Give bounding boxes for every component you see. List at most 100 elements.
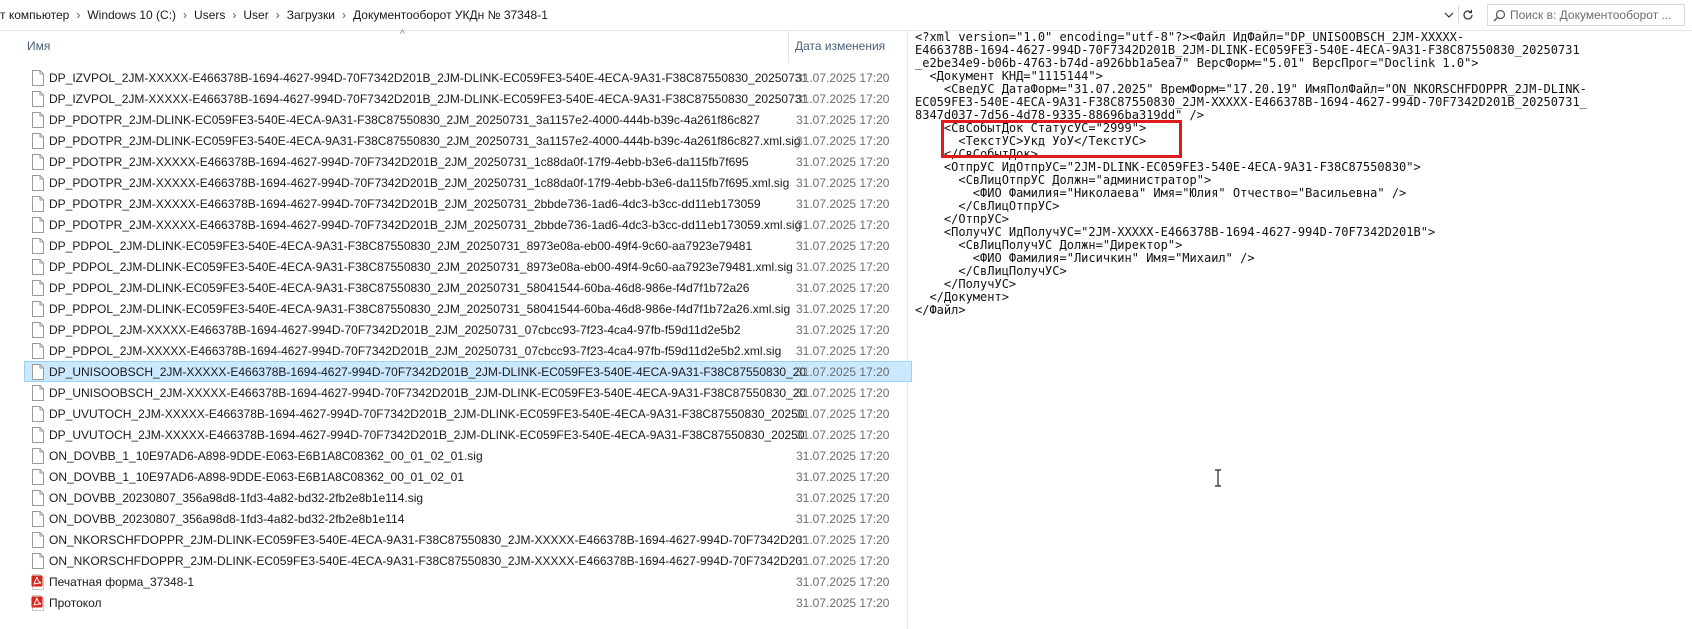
file-icon [32, 427, 44, 443]
breadcrumb-item-user[interactable]: User [240, 8, 271, 22]
file-name: ON_DOVBB_1_10E97AD6-A898-9DDE-E063-E6B1A… [49, 470, 464, 484]
xml-line: </СвЛицОтпрУС> [915, 199, 1060, 213]
address-bar: т компьютер › Windows 10 (C:) › Users › … [0, 0, 1692, 31]
file-icon [32, 364, 44, 380]
file-date: 31.07.2025 17:20 [796, 92, 890, 106]
text-cursor-icon [1215, 469, 1221, 487]
file-icon [32, 91, 44, 107]
file-date: 31.07.2025 17:20 [796, 113, 890, 127]
file-row[interactable]: DP_PDPOL_2JM-XXXXX-E466378B-1694-4627-99… [24, 340, 912, 361]
file-icon [32, 133, 44, 149]
chevron-right-icon[interactable]: › [338, 8, 350, 22]
xml-line: </Документ> [915, 290, 1009, 304]
file-row[interactable]: DP_IZVPOL_2JM-XXXXX-E466378B-1694-4627-9… [24, 67, 912, 88]
file-icon [32, 175, 44, 191]
file-date: 31.07.2025 17:20 [796, 491, 890, 505]
file-row[interactable]: DP_PDPOL_2JM-DLINK-EC059FE3-540E-4ECA-9A… [24, 256, 912, 277]
file-name: DP_PDPOL_2JM-DLINK-EC059FE3-540E-4ECA-9A… [49, 260, 793, 274]
file-icon [32, 343, 44, 359]
chevron-right-icon[interactable]: › [72, 8, 84, 22]
file-row[interactable]: DP_PDOTPR_2JM-DLINK-EC059FE3-540E-4ECA-9… [24, 109, 912, 130]
file-name: DP_UVUTOCH_2JM-XXXXX-E466378B-1694-4627-… [49, 407, 805, 421]
file-icon [32, 469, 44, 485]
file-name: Печатная форма_37348-1 [49, 575, 195, 589]
file-row[interactable]: DP_UVUTOCH_2JM-XXXXX-E466378B-1694-4627-… [24, 424, 912, 445]
file-icon [32, 532, 44, 548]
file-name: ON_DOVBB_1_10E97AD6-A898-9DDE-E063-E6B1A… [49, 449, 483, 463]
breadcrumb-item-users[interactable]: Users [191, 8, 228, 22]
xml-line: </ПолучУС> [915, 277, 1017, 291]
column-header-name[interactable]: Имя [27, 39, 50, 53]
file-name: ON_DOVBB_20230807_356a98d8-1fd3-4a82-bd3… [49, 491, 424, 505]
breadcrumb-item-computer[interactable]: т компьютер [0, 8, 72, 22]
file-name: DP_PDOTPR_2JM-DLINK-EC059FE3-540E-4ECA-9… [49, 113, 760, 127]
file-row[interactable]: ON_NKORSCHFDOPPR_2JM-DLINK-EC059FE3-540E… [24, 529, 912, 550]
file-row[interactable]: ON_DOVBB_20230807_356a98d8-1fd3-4a82-bd3… [24, 487, 912, 508]
file-row[interactable]: ON_DOVBB_20230807_356a98d8-1fd3-4a82-bd3… [24, 508, 912, 529]
file-date: 31.07.2025 17:20 [796, 302, 890, 316]
file-date: 31.07.2025 17:20 [796, 512, 890, 526]
file-date: 31.07.2025 17:20 [796, 449, 890, 463]
search-box[interactable] [1487, 4, 1685, 26]
file-name: ON_NKORSCHFDOPPR_2JM-DLINK-EC059FE3-540E… [49, 554, 805, 568]
file-row[interactable]: DP_PDOTPR_2JM-DLINK-EC059FE3-540E-4ECA-9… [24, 130, 912, 151]
column-header-date[interactable]: Дата изменения [795, 39, 885, 53]
file-date: 31.07.2025 17:20 [796, 533, 890, 547]
file-date: 31.07.2025 17:20 [796, 155, 890, 169]
file-row[interactable]: DP_PDPOL_2JM-DLINK-EC059FE3-540E-4ECA-9A… [24, 235, 912, 256]
file-row[interactable]: DP_PDPOL_2JM-XXXXX-E466378B-1694-4627-99… [24, 319, 912, 340]
file-row[interactable]: DP_PDPOL_2JM-DLINK-EC059FE3-540E-4ECA-9A… [24, 277, 912, 298]
file-date: 31.07.2025 17:20 [796, 218, 890, 232]
file-name: DP_UNISOOBSCH_2JM-XXXXX-E466378B-1694-46… [49, 365, 805, 379]
column-header-row: ^ Имя Дата изменения [0, 29, 908, 63]
file-row[interactable]: ON_DOVBB_1_10E97AD6-A898-9DDE-E063-E6B1A… [24, 445, 912, 466]
file-name: ON_NKORSCHFDOPPR_2JM-DLINK-EC059FE3-540E… [49, 533, 805, 547]
file-name: DP_PDOTPR_2JM-XXXXX-E466378B-1694-4627-9… [49, 197, 761, 211]
file-row[interactable]: DP_PDOTPR_2JM-XXXXX-E466378B-1694-4627-9… [24, 214, 912, 235]
chevron-right-icon[interactable]: › [228, 8, 240, 22]
file-row[interactable]: Протокол 31.07.2025 17:20 [24, 592, 912, 613]
breadcrumb-item-current-folder[interactable]: Документооборот УКДн № 37348-1 [350, 8, 551, 22]
file-date: 31.07.2025 17:20 [796, 470, 890, 484]
file-row[interactable]: DP_UNISOOBSCH_2JM-XXXXX-E466378B-1694-46… [24, 361, 912, 382]
column-divider[interactable] [788, 31, 789, 63]
file-date: 31.07.2025 17:20 [796, 344, 890, 358]
chevron-right-icon[interactable]: › [179, 8, 191, 22]
refresh-icon[interactable] [1458, 6, 1477, 24]
file-icon [32, 196, 44, 212]
file-row[interactable]: DP_PDOTPR_2JM-XXXXX-E466378B-1694-4627-9… [24, 193, 912, 214]
file-date: 31.07.2025 17:20 [796, 281, 890, 295]
file-name: DP_PDOTPR_2JM-DLINK-EC059FE3-540E-4ECA-9… [49, 134, 801, 148]
file-name: DP_UVUTOCH_2JM-XXXXX-E466378B-1694-4627-… [49, 428, 805, 442]
file-date: 31.07.2025 17:20 [796, 386, 890, 400]
file-date: 31.07.2025 17:20 [796, 407, 890, 421]
file-row[interactable]: DP_UNISOOBSCH_2JM-XXXXX-E466378B-1694-46… [24, 382, 912, 403]
breadcrumb-item-downloads[interactable]: Загрузки [284, 8, 338, 22]
file-icon [32, 112, 44, 128]
breadcrumb-item-drive[interactable]: Windows 10 (C:) [84, 8, 179, 22]
pane-divider[interactable] [907, 31, 908, 629]
highlight-annotation [941, 120, 1182, 158]
file-row[interactable]: DP_PDOTPR_2JM-XXXXX-E466378B-1694-4627-9… [24, 151, 912, 172]
file-icon [32, 238, 44, 254]
file-date: 31.07.2025 17:20 [796, 71, 890, 85]
chevron-right-icon[interactable]: › [272, 8, 284, 22]
file-row[interactable]: DP_PDPOL_2JM-DLINK-EC059FE3-540E-4ECA-9A… [24, 298, 912, 319]
file-name: DP_PDPOL_2JM-DLINK-EC059FE3-540E-4ECA-9A… [49, 281, 750, 295]
search-input[interactable] [1510, 8, 1680, 22]
file-row[interactable]: DP_PDOTPR_2JM-XXXXX-E466378B-1694-4627-9… [24, 172, 912, 193]
chevron-down-icon[interactable] [1441, 6, 1457, 24]
file-row[interactable]: ON_NKORSCHFDOPPR_2JM-DLINK-EC059FE3-540E… [24, 550, 912, 571]
file-row[interactable]: DP_UVUTOCH_2JM-XXXXX-E466378B-1694-4627-… [24, 403, 912, 424]
file-row[interactable]: Печатная форма_37348-1 31.07.2025 17:20 [24, 571, 912, 592]
breadcrumb[interactable]: т компьютер › Windows 10 (C:) › Users › … [0, 5, 1440, 25]
file-row[interactable]: ON_DOVBB_1_10E97AD6-A898-9DDE-E063-E6B1A… [24, 466, 912, 487]
file-date: 31.07.2025 17:20 [796, 428, 890, 442]
file-name: DP_PDPOL_2JM-DLINK-EC059FE3-540E-4ECA-9A… [49, 302, 791, 316]
file-icon [32, 448, 44, 464]
file-name: DP_PDOTPR_2JM-XXXXX-E466378B-1694-4627-9… [49, 176, 790, 190]
file-icon [32, 280, 44, 296]
file-icon [32, 490, 44, 506]
file-name: DP_PDPOL_2JM-XXXXX-E466378B-1694-4627-99… [49, 323, 741, 337]
file-row[interactable]: DP_IZVPOL_2JM-XXXXX-E466378B-1694-4627-9… [24, 88, 912, 109]
